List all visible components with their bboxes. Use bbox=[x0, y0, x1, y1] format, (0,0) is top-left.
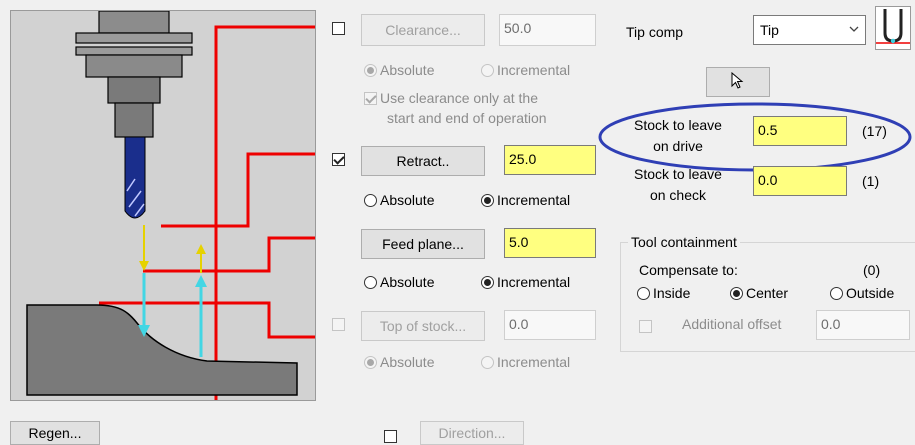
stock-drive-note: (17) bbox=[862, 123, 887, 139]
additional-offset-checkbox[interactable] bbox=[639, 320, 652, 333]
tip-comp-select[interactable]: Tip bbox=[753, 15, 866, 45]
top-of-stock-incremental-label: Incremental bbox=[497, 354, 571, 370]
compensate-center-radio[interactable] bbox=[730, 287, 743, 300]
retract-plane-line bbox=[161, 152, 315, 228]
use-clearance-only-checkbox[interactable] bbox=[364, 92, 377, 105]
tool-holder-icon bbox=[75, 10, 193, 138]
clearance-plane-line bbox=[214, 25, 315, 400]
stock-check-label-line1: Stock to leave bbox=[634, 166, 722, 182]
retract-checkbox[interactable] bbox=[332, 153, 345, 166]
top-of-stock-absolute-radio[interactable] bbox=[364, 356, 377, 369]
clearance-incremental-radio[interactable] bbox=[481, 64, 494, 77]
compensate-to-label: Compensate to: bbox=[639, 262, 738, 278]
feed-plane-value-field[interactable]: 5.0 bbox=[504, 228, 596, 258]
tip-comp-preview-icon bbox=[875, 6, 911, 50]
retract-absolute-radio[interactable] bbox=[364, 194, 377, 207]
stock-part-shape bbox=[26, 304, 298, 396]
stock-check-label-line2: on check bbox=[649, 187, 707, 203]
stock-check-value-field[interactable]: 0.0 bbox=[753, 166, 847, 196]
clearance-checkbox[interactable] bbox=[332, 22, 345, 35]
top-of-stock-button[interactable]: Top of stock... bbox=[361, 311, 485, 341]
clearance-plane-diagram bbox=[10, 10, 316, 401]
tool-containment-title: Tool containment bbox=[628, 234, 740, 250]
compensate-inside-label: Inside bbox=[653, 285, 691, 301]
top-of-stock-checkbox[interactable] bbox=[332, 318, 345, 331]
toolpath-illustration-svg bbox=[26, 10, 315, 400]
top-of-stock-value-field[interactable]: 0.0 bbox=[504, 310, 596, 340]
use-clearance-only-label-line1: Use clearance only at the bbox=[380, 90, 538, 106]
additional-offset-value-field[interactable]: 0.0 bbox=[816, 310, 910, 340]
stock-drive-label-line2: on drive bbox=[653, 138, 703, 154]
regen-button[interactable]: Regen... bbox=[10, 421, 100, 445]
retract-value-field[interactable]: 25.0 bbox=[504, 145, 596, 175]
stock-drive-label-line1: Stock to leave bbox=[634, 117, 722, 133]
direction-checkbox[interactable] bbox=[384, 430, 397, 443]
compensate-outside-radio[interactable] bbox=[830, 287, 843, 300]
feed-plane-incremental-radio[interactable] bbox=[481, 276, 494, 289]
compensate-outside-label: Outside bbox=[846, 285, 895, 301]
clearance-absolute-radio[interactable] bbox=[364, 64, 377, 77]
plunge-arrow-icon bbox=[138, 225, 150, 337]
retract-arrow-icon bbox=[195, 244, 207, 357]
additional-offset-label: Additional offset bbox=[682, 316, 782, 332]
top-of-stock-incremental-radio[interactable] bbox=[481, 356, 494, 369]
feed-plane-button[interactable]: Feed plane... bbox=[361, 229, 485, 259]
chevron-down-icon bbox=[848, 21, 860, 40]
cursor-arrow-icon bbox=[731, 71, 745, 93]
feed-plane-absolute-radio[interactable] bbox=[364, 276, 377, 289]
compensate-to-note: (0) bbox=[863, 262, 881, 278]
pointer-button[interactable] bbox=[706, 67, 770, 97]
clearance-incremental-label: Incremental bbox=[497, 62, 571, 78]
retract-button[interactable]: Retract.. bbox=[361, 146, 485, 176]
retract-incremental-radio[interactable] bbox=[481, 194, 494, 207]
compensate-inside-radio[interactable] bbox=[637, 287, 650, 300]
feed-plane-incremental-label: Incremental bbox=[497, 274, 571, 290]
clearance-absolute-label: Absolute bbox=[380, 62, 435, 78]
clearance-value-field[interactable]: 50.0 bbox=[499, 14, 596, 46]
tip-comp-label: Tip comp bbox=[626, 24, 684, 40]
stock-check-note: (1) bbox=[862, 173, 880, 189]
compensate-center-label: Center bbox=[746, 285, 789, 301]
direction-button[interactable]: Direction... bbox=[420, 421, 524, 445]
stock-drive-value-field[interactable]: 0.5 bbox=[753, 116, 847, 146]
top-of-stock-absolute-label: Absolute bbox=[380, 354, 435, 370]
use-clearance-only-label-line2: start and end of operation bbox=[387, 110, 547, 126]
clearance-button[interactable]: Clearance... bbox=[361, 14, 485, 46]
retract-incremental-label: Incremental bbox=[497, 192, 571, 208]
feed-plane-line bbox=[143, 236, 315, 273]
cutter-icon bbox=[124, 136, 146, 219]
tip-comp-selected-value: Tip bbox=[760, 22, 779, 38]
retract-absolute-label: Absolute bbox=[380, 192, 435, 208]
feed-plane-absolute-label: Absolute bbox=[380, 274, 435, 290]
